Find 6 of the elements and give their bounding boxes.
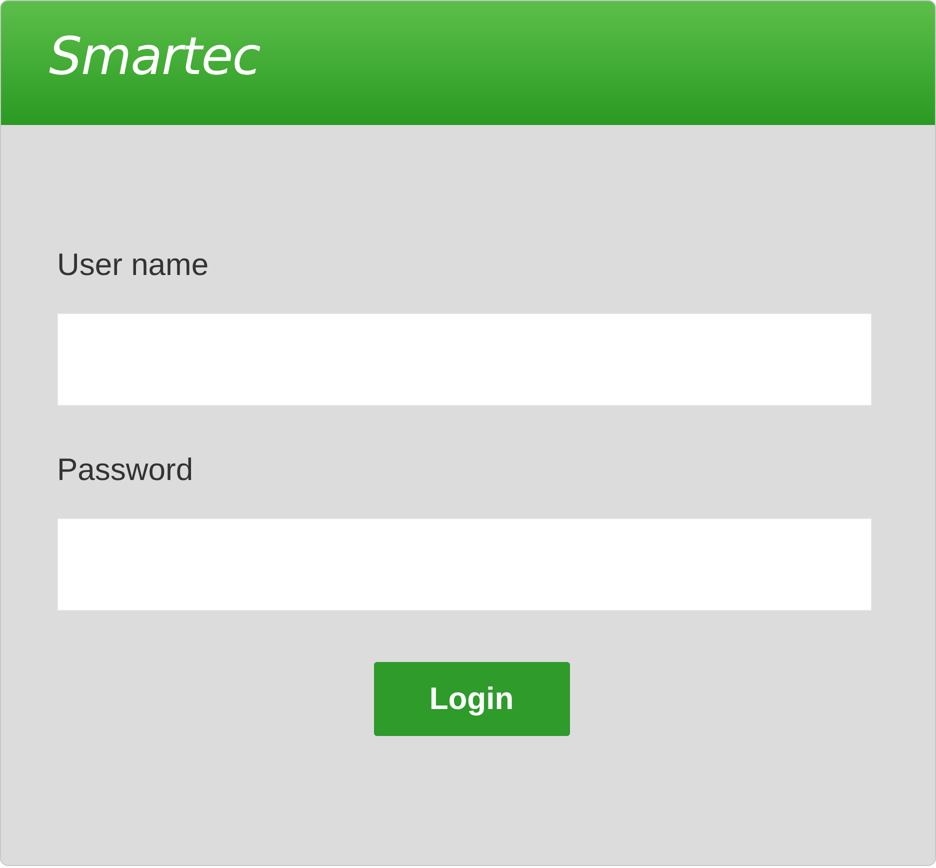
field-label: Password (57, 452, 194, 488)
field-label: User name (57, 247, 209, 283)
logo: Smartec (49, 27, 260, 87)
input-field[interactable] (57, 518, 872, 611)
login-button[interactable]: Login (374, 662, 570, 736)
input-field[interactable] (57, 313, 872, 406)
